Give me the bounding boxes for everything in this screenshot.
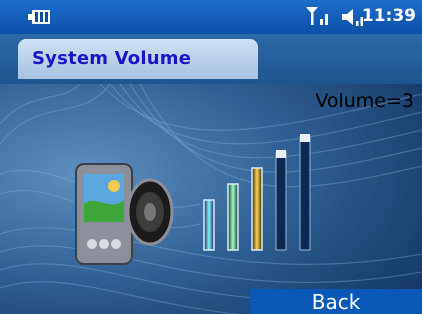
volume-bar-4: [275, 151, 287, 251]
volume-bar-2: [227, 183, 239, 251]
volume-screen: 11:39 System Volume Volume=3 Back: [0, 0, 422, 314]
page-title: System Volume: [32, 48, 192, 69]
title-tab: System Volume: [18, 39, 258, 79]
status-bar: 11:39: [0, 0, 422, 34]
volume-bar-1: [203, 199, 215, 251]
volume-bar-5: [299, 135, 311, 251]
title-bar: System Volume: [0, 34, 422, 84]
speaker-graphic: [126, 178, 174, 246]
volume-bars: [203, 134, 311, 251]
signal-icon: [306, 7, 328, 25]
back-softkey[interactable]: Back: [250, 289, 422, 314]
back-label: Back: [311, 290, 361, 314]
clock: 11:39: [361, 6, 416, 26]
battery-icon: [28, 10, 50, 24]
volume-bar-3: [251, 167, 263, 251]
volume-readout: Volume=3: [315, 90, 414, 112]
